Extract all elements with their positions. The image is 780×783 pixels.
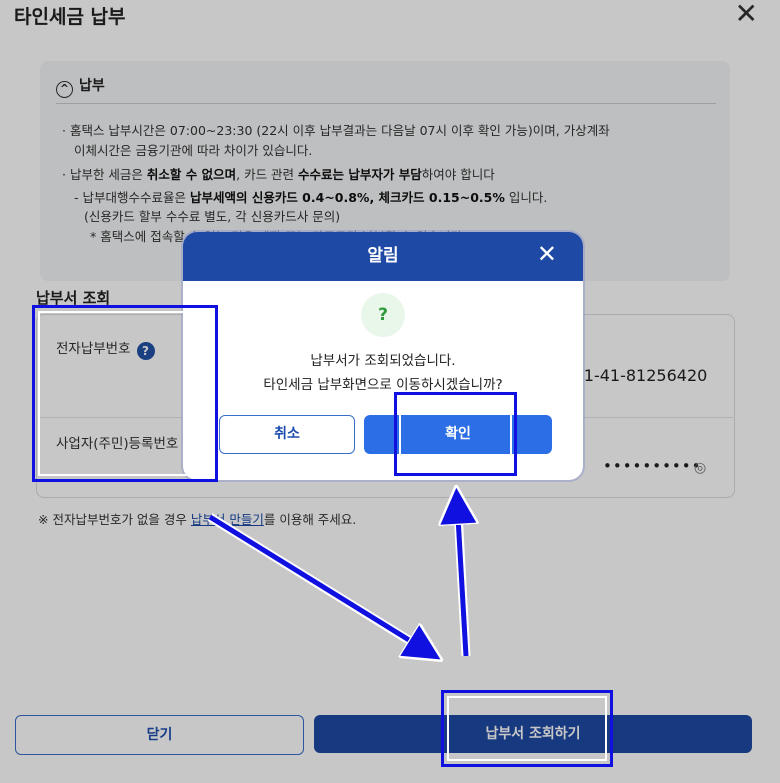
- annotation-arrows: [207, 0, 780, 783]
- arrow-1: [208, 514, 430, 653]
